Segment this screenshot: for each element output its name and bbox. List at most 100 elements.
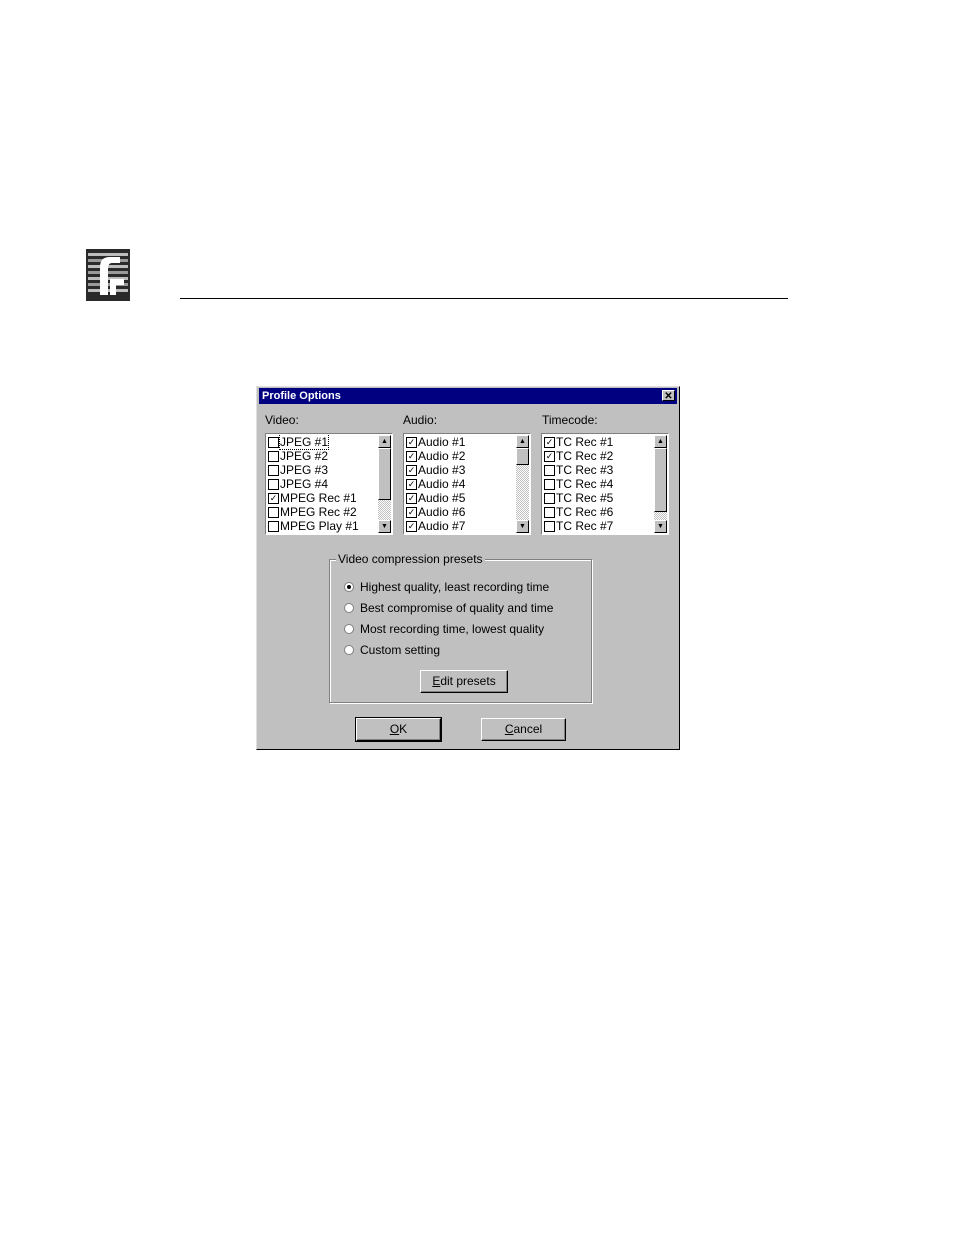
checkbox-checked-icon[interactable]: ✓ — [406, 450, 417, 462]
timecode-list-item[interactable]: TC Rec #3 — [543, 463, 654, 477]
timecode-list-item[interactable]: ✓ TC Rec #1 — [543, 435, 654, 449]
video-scrollbar[interactable]: ▲ ▼ — [378, 435, 391, 533]
scroll-up-button[interactable]: ▲ — [516, 435, 529, 448]
video-item-label: JPEG #4 — [280, 477, 329, 491]
cancel-button[interactable]: Cancel — [481, 718, 566, 741]
checkbox-unchecked-icon[interactable] — [544, 520, 555, 532]
close-button[interactable]: ✕ — [662, 390, 675, 402]
timecode-item-label: TC Rec #6 — [556, 505, 614, 519]
preset-option[interactable]: Best compromise of quality and time — [344, 601, 553, 615]
video-list-item[interactable]: MPEG Play #1 — [267, 519, 378, 533]
video-listbox[interactable]: JPEG #1 JPEG #2 JPEG #3 JPEG #4 ✓ MPEG Rec #1… — [265, 433, 393, 535]
radio-unselected-icon[interactable] — [344, 645, 354, 655]
checkbox-unchecked-icon[interactable] — [268, 436, 279, 448]
audio-item-label: Audio #5 — [418, 491, 466, 505]
audio-listbox[interactable]: ✓ Audio #1 ✓ Audio #2 ✓ Audio #3 ✓ Audio #4 ✓ Aud… — [403, 433, 531, 535]
checkbox-unchecked-icon[interactable] — [544, 478, 555, 490]
timecode-item-label: TC Rec #1 — [556, 435, 614, 449]
audio-list-item[interactable]: ✓ Audio #4 — [405, 477, 516, 491]
checkbox-unchecked-icon[interactable] — [268, 520, 279, 532]
audio-list-item[interactable]: ✓ Audio #6 — [405, 505, 516, 519]
video-list-item[interactable]: MPEG Rec #2 — [267, 505, 378, 519]
radio-unselected-icon[interactable] — [344, 624, 354, 634]
video-item-label: JPEG #1 — [278, 435, 330, 450]
checkbox-unchecked-icon[interactable] — [268, 506, 279, 518]
video-list-item[interactable]: JPEG #2 — [267, 449, 378, 463]
preset-option-label: Custom setting — [360, 643, 441, 657]
edit-label: dit presets — [440, 674, 496, 688]
checkbox-unchecked-icon[interactable] — [268, 450, 279, 462]
ok-button[interactable]: OK — [355, 717, 442, 742]
scroll-up-button[interactable]: ▲ — [654, 435, 667, 448]
audio-scrollbar[interactable]: ▲ ▼ — [516, 435, 529, 533]
up-arrow-icon: ▲ — [519, 438, 526, 445]
checkbox-checked-icon[interactable]: ✓ — [406, 464, 417, 476]
timecode-item-label: TC Rec #4 — [556, 477, 614, 491]
scroll-thumb[interactable] — [654, 448, 667, 512]
radio-selected-icon[interactable] — [344, 582, 354, 592]
scroll-thumb[interactable] — [516, 448, 529, 465]
audio-list-item[interactable]: ✓ Audio #7 — [405, 519, 516, 533]
timecode-item-label: TC Rec #5 — [556, 491, 614, 505]
checkbox-checked-icon[interactable]: ✓ — [406, 478, 417, 490]
company-logo-icon — [86, 249, 130, 301]
preset-option[interactable]: Custom setting — [344, 643, 440, 657]
timecode-item-label: TC Rec #7 — [556, 519, 614, 533]
checkbox-unchecked-icon[interactable] — [544, 492, 555, 504]
checkbox-checked-icon[interactable]: ✓ — [406, 436, 417, 448]
checkbox-unchecked-icon[interactable] — [544, 506, 555, 518]
scroll-up-button[interactable]: ▲ — [378, 435, 391, 448]
audio-list-item[interactable]: ✓ Audio #3 — [405, 463, 516, 477]
scroll-down-button[interactable]: ▼ — [378, 520, 391, 533]
video-list-item[interactable]: ✓ MPEG Rec #1 — [267, 491, 378, 505]
timecode-label: Timecode: — [542, 413, 598, 427]
checkbox-checked-icon[interactable]: ✓ — [406, 506, 417, 518]
preset-option[interactable]: Highest quality, least recording time — [344, 580, 549, 594]
scroll-thumb[interactable] — [378, 448, 391, 500]
checkbox-checked-icon[interactable]: ✓ — [268, 492, 279, 504]
preset-option-label: Best compromise of quality and time — [360, 601, 554, 615]
audio-list-item[interactable]: ✓ Audio #1 — [405, 435, 516, 449]
video-item-label: MPEG Rec #2 — [280, 505, 357, 519]
presets-group-title: Video compression presets — [336, 552, 485, 566]
video-list-item[interactable]: JPEG #1 — [267, 435, 378, 450]
audio-label: Audio: — [403, 413, 438, 427]
ok-mnemonic: O — [389, 722, 400, 736]
preset-option[interactable]: Most recording time, lowest quality — [344, 622, 544, 636]
video-item-label: JPEG #2 — [280, 449, 329, 463]
checkbox-checked-icon[interactable]: ✓ — [544, 450, 555, 462]
audio-item-label: Audio #7 — [418, 519, 466, 533]
scroll-down-button[interactable]: ▼ — [516, 520, 529, 533]
video-item-label: MPEG Play #1 — [280, 519, 359, 533]
timecode-scrollbar[interactable]: ▲ ▼ — [654, 435, 667, 533]
checkbox-unchecked-icon[interactable] — [268, 464, 279, 476]
audio-item-label: Audio #1 — [418, 435, 466, 449]
audio-list-items: ✓ Audio #1 ✓ Audio #2 ✓ Audio #3 ✓ Audio #4 ✓ Aud… — [405, 435, 516, 533]
timecode-listbox[interactable]: ✓ TC Rec #1 ✓ TC Rec #2 TC Rec #3 TC Rec #4 TC… — [541, 433, 669, 535]
ok-label: K — [399, 722, 408, 736]
checkbox-checked-icon[interactable]: ✓ — [544, 436, 555, 448]
video-item-label: JPEG #3 — [280, 463, 329, 477]
audio-item-label: Audio #4 — [418, 477, 466, 491]
video-list-item[interactable]: JPEG #3 — [267, 463, 378, 477]
timecode-list-item[interactable]: TC Rec #4 — [543, 477, 654, 491]
profile-options-dialog: Profile Options ✕ Video: JPEG #1 JPEG #2 J… — [256, 386, 680, 750]
dialog-title: Profile Options — [262, 390, 341, 402]
down-arrow-icon: ▼ — [519, 523, 526, 530]
edit-presets-button[interactable]: Edit presets — [420, 670, 508, 693]
timecode-list-item[interactable]: TC Rec #5 — [543, 491, 654, 505]
scroll-down-button[interactable]: ▼ — [654, 520, 667, 533]
audio-list-item[interactable]: ✓ Audio #2 — [405, 449, 516, 463]
radio-unselected-icon[interactable] — [344, 603, 354, 613]
checkbox-unchecked-icon[interactable] — [268, 478, 279, 490]
down-arrow-icon: ▼ — [381, 523, 388, 530]
audio-list-item[interactable]: ✓ Audio #5 — [405, 491, 516, 505]
checkbox-checked-icon[interactable]: ✓ — [406, 492, 417, 504]
checkbox-unchecked-icon[interactable] — [544, 464, 555, 476]
timecode-list-item[interactable]: ✓ TC Rec #2 — [543, 449, 654, 463]
timecode-list-items: ✓ TC Rec #1 ✓ TC Rec #2 TC Rec #3 TC Rec #4 TC… — [543, 435, 654, 533]
video-list-item[interactable]: JPEG #4 — [267, 477, 378, 491]
checkbox-checked-icon[interactable]: ✓ — [406, 520, 417, 532]
timecode-list-item[interactable]: TC Rec #6 — [543, 505, 654, 519]
timecode-list-item[interactable]: TC Rec #7 — [543, 519, 654, 533]
